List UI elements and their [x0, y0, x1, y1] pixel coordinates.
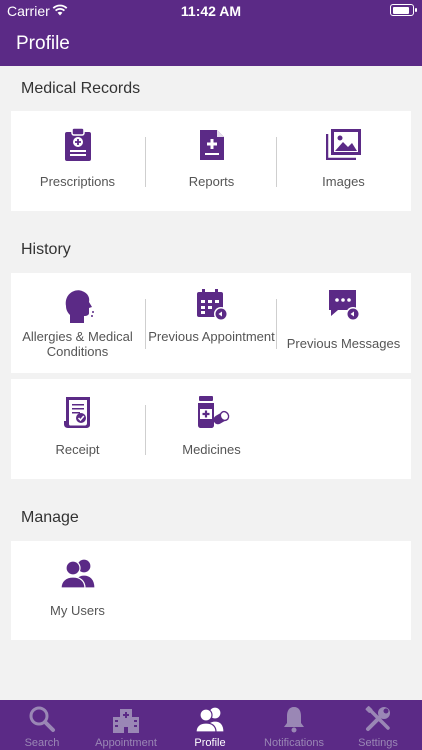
tab-bar: Search Appointment Profile Notifications… [0, 700, 422, 750]
reports-label: Reports [188, 174, 235, 189]
medical-records-card: Prescriptions Reports Images [11, 111, 411, 211]
manage-heading: Manage [21, 509, 79, 526]
tab-notifications[interactable]: Notifications [252, 700, 336, 750]
my-users-button[interactable]: My Users [11, 541, 144, 640]
report-document-icon [145, 128, 278, 162]
previous-appointment-button[interactable]: Previous Appointment [145, 273, 278, 373]
my-users-label: My Users [50, 603, 105, 618]
battery-icon [390, 4, 417, 16]
receipt-button[interactable]: Receipt [11, 379, 144, 479]
previous-appointment-label: Previous Appointment [148, 329, 275, 344]
tab-profile[interactable]: Profile [168, 700, 252, 750]
prescription-clipboard-icon [11, 128, 144, 162]
message-history-icon [277, 288, 410, 322]
profile-users-icon [168, 705, 252, 733]
tab-appointment-label: Appointment [95, 737, 157, 749]
head-profile-icon [11, 288, 144, 324]
allergies-button[interactable]: Allergies & Medical Conditions [11, 273, 144, 373]
tab-profile-label: Profile [194, 737, 226, 749]
manage-card: My Users [11, 541, 411, 640]
images-label: Images [322, 174, 365, 189]
tab-search-label: Search [24, 737, 60, 749]
medical-records-heading: Medical Records [21, 80, 141, 97]
medicines-button[interactable]: Medicines [145, 379, 278, 479]
status-bar: Carrier 11:42 AM [0, 0, 422, 22]
allergies-label: Allergies & Medical Conditions [22, 329, 133, 359]
calendar-history-icon [145, 288, 278, 322]
tab-appointment[interactable]: Appointment [84, 700, 168, 750]
receipt-label: Receipt [55, 442, 100, 457]
receipt-icon [11, 395, 144, 429]
tab-settings[interactable]: Settings [336, 700, 420, 750]
reports-button[interactable]: Reports [145, 111, 278, 211]
status-time: 11:42 AM [180, 3, 242, 19]
tools-icon [336, 705, 420, 733]
history-heading: History [21, 241, 71, 258]
images-gallery-icon [277, 128, 410, 160]
search-icon [0, 705, 84, 733]
medicines-label: Medicines [182, 442, 241, 457]
prescriptions-button[interactable]: Prescriptions [11, 111, 144, 211]
page-title: Profile [16, 33, 70, 54]
previous-messages-label: Previous Messages [286, 336, 401, 351]
tab-notifications-label: Notifications [264, 737, 324, 749]
app-header: Carrier 11:42 AM Profile [0, 0, 422, 66]
users-icon [11, 557, 144, 589]
tab-settings-label: Settings [358, 737, 398, 749]
hospital-icon [84, 705, 168, 733]
prescriptions-label: Prescriptions [39, 174, 116, 189]
images-button[interactable]: Images [277, 111, 410, 211]
history-card-row1: Allergies & Medical Conditions Previous … [11, 273, 411, 373]
medicine-bottle-pills-icon [145, 395, 278, 429]
tab-search[interactable]: Search [0, 700, 84, 750]
previous-messages-button[interactable]: Previous Messages [277, 273, 410, 373]
history-card-row2: Receipt Medicines [11, 379, 411, 479]
bell-icon [252, 705, 336, 733]
